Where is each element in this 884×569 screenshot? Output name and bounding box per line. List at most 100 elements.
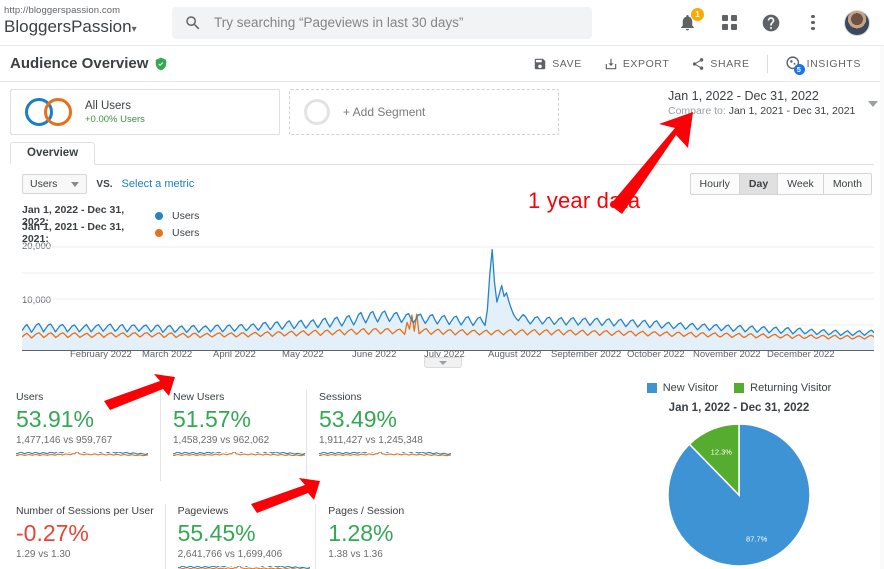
share-icon (693, 57, 704, 70)
sparkline-users (15, 440, 149, 457)
metric-card-pages-per-session[interactable]: Pages / Session 1.28% 1.38 vs 1.36 (315, 504, 466, 569)
pie-legend-new-visitor[interactable]: New Visitor (646, 382, 718, 394)
vs-label: VS. (96, 178, 113, 190)
save-button[interactable]: SAVE (522, 57, 593, 71)
google-analytics-audience-overview: http://bloggerspassion.com BloggersPassi… (0, 0, 884, 569)
pie-chart[interactable]: 87.7% 12.3% (665, 421, 813, 569)
legend-row-compare: Jan 1, 2021 - Dec 31, 2021: Users (22, 221, 200, 245)
x-tick-2: April 2022 (213, 349, 256, 360)
metric-value: 1.28% (328, 520, 394, 546)
property-name: BloggersPassion▾ (4, 17, 137, 36)
metric-card-sessions-per-user[interactable]: Number of Sessions per User -0.27% 1.29 … (14, 504, 165, 569)
metric-card-users[interactable]: Users 53.91% 1,477,146 vs 959,767 (14, 390, 160, 481)
timeseries-svg (22, 246, 874, 351)
add-segment-button[interactable]: + Add Segment (289, 89, 559, 135)
verified-shield-icon (156, 57, 167, 70)
insights-badge: 5 (793, 64, 805, 75)
share-label: SHARE (710, 57, 750, 70)
metric-card-pageviews[interactable]: Pageviews 55.45% 2,641,766 vs 1,699,406 (164, 504, 316, 569)
date-range-primary: Jan 1, 2022 - Dec 31, 2022 (668, 89, 819, 103)
more-vert-icon[interactable] (802, 12, 824, 34)
insights-label: INSIGHTS (806, 57, 861, 70)
segment-subtext: +0.00% Users (85, 113, 145, 125)
timeseries-chart[interactable]: 20,000 10,000 (10, 241, 874, 361)
chevron-down-icon (439, 360, 447, 365)
new-vs-returning-panel: New Visitor Returning Visitor Jan 1, 202… (608, 382, 870, 569)
metric-card-row-2: Number of Sessions per User -0.27% 1.29 … (14, 504, 466, 569)
metric-label: New Users (173, 391, 225, 403)
top-bar: http://bloggerspassion.com BloggersPassi… (0, 0, 884, 46)
search-bar[interactable] (172, 6, 592, 39)
pie-label-returning-visitor: 12.3% (711, 448, 733, 457)
property-selector[interactable]: http://bloggerspassion.com BloggersPassi… (0, 5, 170, 40)
metric-comparison: 1.38 vs 1.36 (328, 549, 383, 560)
x-tick-1: March 2022 (142, 349, 193, 360)
date-range-compare: Compare to: Jan 1, 2021 - Dec 31, 2021 (668, 105, 856, 117)
search-input[interactable] (214, 15, 580, 30)
chart-legend: Jan 1, 2022 - Dec 31, 2022: Users Jan 1,… (22, 204, 200, 245)
metric-value: 53.91% (16, 406, 95, 432)
add-segment-label: + Add Segment (343, 105, 426, 119)
metric-selector-row: Users VS. Select a metric (22, 174, 194, 194)
scrollbar-track[interactable] (880, 46, 884, 569)
notifications-bell-icon[interactable]: 1 (676, 7, 704, 34)
tab-overview[interactable]: Overview (10, 142, 96, 165)
metric-label: Number of Sessions per User (16, 505, 154, 517)
date-range-picker[interactable]: Jan 1, 2022 - Dec 31, 2022 Compare to: J… (668, 88, 878, 118)
metric-label: Pageviews (177, 505, 229, 517)
chevron-down-icon: ▾ (131, 24, 137, 35)
metric-value: 53.49% (319, 406, 398, 432)
property-url: http://bloggerspassion.com (4, 5, 121, 16)
action-divider (766, 54, 768, 73)
metric-comparison: 1,477,146 vs 959,767 (16, 435, 113, 446)
metric-value: 55.45% (177, 520, 256, 546)
save-icon (534, 58, 546, 69)
primary-metric-dropdown[interactable]: Users (22, 174, 88, 194)
x-tick-9: November 2022 (693, 349, 761, 360)
legend-metric-compare: Users (172, 226, 200, 239)
metric-value: 51.57% (173, 406, 252, 432)
metric-card-new-users[interactable]: New Users 51.57% 1,458,239 vs 962,062 (160, 390, 306, 481)
apps-grid-icon[interactable] (718, 12, 740, 34)
pie-legend: New Visitor Returning Visitor (608, 382, 870, 394)
search-icon (186, 15, 200, 29)
metric-card-sessions[interactable]: Sessions 53.49% 1,911,427 vs 1,245,348 (306, 390, 452, 481)
metric-comparison: 1.29 vs 1.30 (16, 549, 71, 560)
granularity-day[interactable]: Day (739, 174, 779, 194)
metric-comparison: 2,641,766 vs 1,699,406 (177, 549, 283, 560)
segment-name: All Users (85, 99, 132, 112)
granularity-week[interactable]: Week (778, 174, 824, 194)
segment-all-users[interactable]: All Users +0.00% Users (10, 89, 280, 135)
save-label: SAVE (552, 57, 582, 70)
pie-label-new-visitor: 87.7% (746, 534, 768, 543)
export-button[interactable]: EXPORT (593, 57, 681, 71)
segment-rings-icon (25, 98, 79, 126)
tab-bar: Overview (10, 141, 874, 165)
pie-legend-returning-visitor[interactable]: Returning Visitor (734, 382, 831, 394)
help-icon[interactable] (760, 12, 782, 34)
chevron-down-icon (71, 181, 80, 187)
x-tick-3: May 2022 (282, 349, 324, 360)
account-avatar[interactable] (844, 9, 870, 36)
insights-button[interactable]: 5 INSIGHTS (774, 55, 872, 75)
metric-label: Pages / Session (328, 505, 405, 517)
x-tick-4: June 2022 (352, 349, 397, 360)
legend-swatch-returning-visitor (734, 383, 745, 393)
add-segment-ring-icon (304, 99, 330, 125)
sparkline-new-users (172, 440, 306, 457)
granularity-month[interactable]: Month (823, 174, 871, 194)
granularity-hourly[interactable]: Hourly (690, 174, 740, 194)
legend-metric-current: Users (172, 209, 200, 222)
chevron-down-icon (868, 101, 878, 107)
x-tick-10: December 2022 (767, 349, 835, 360)
share-button[interactable]: SHARE (680, 57, 760, 71)
select-a-metric-link[interactable]: Select a metric (122, 178, 195, 190)
x-tick-6: August 2022 (488, 349, 542, 360)
pie-title: Jan 1, 2022 - Dec 31, 2022 (668, 402, 810, 414)
metric-value: -0.27% (16, 520, 89, 546)
top-bar-icons: 1 (676, 7, 884, 36)
chart-expand-handle[interactable] (424, 357, 462, 368)
primary-metric-value: Users (30, 178, 58, 190)
export-label: EXPORT (622, 57, 670, 70)
legend-swatch-new-visitor (646, 383, 657, 393)
